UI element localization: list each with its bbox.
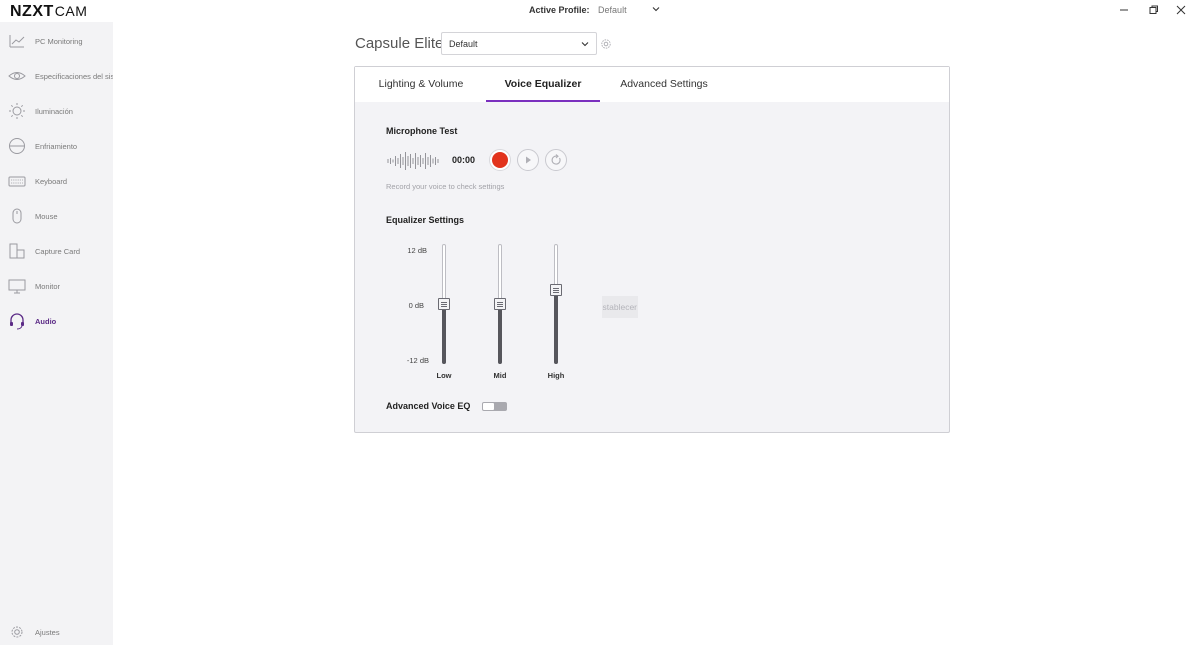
capture-card-icon xyxy=(9,243,25,259)
record-icon xyxy=(492,152,508,168)
db-label-bottom: -12 dB xyxy=(406,356,429,365)
band-label-mid: Mid xyxy=(493,371,507,380)
profile-select[interactable]: Default xyxy=(441,32,597,55)
db-label-top: 12 dB xyxy=(407,246,427,255)
chart-line-icon xyxy=(9,35,25,48)
title-bar: NZXTCAM Active Profile: Default xyxy=(0,0,1200,22)
nzxt-cam-logo: NZXTCAM xyxy=(10,3,88,20)
active-profile-selector[interactable]: Active Profile: Default xyxy=(529,5,660,15)
mouse-icon xyxy=(12,208,22,224)
sidebar-item-monitor[interactable]: Monitor xyxy=(0,272,113,302)
device-panel: Lighting & Volume Voice Equalizer Advanc… xyxy=(354,66,950,433)
advanced-voice-eq-label: Advanced Voice EQ xyxy=(386,401,471,411)
active-profile-value: Default xyxy=(598,5,627,15)
microphone-test-title: Microphone Test xyxy=(386,126,458,136)
play-button[interactable] xyxy=(517,149,539,171)
chevron-down-icon xyxy=(581,42,589,47)
slider-thumb[interactable] xyxy=(494,298,506,310)
sidebar-item-settings[interactable]: Ajustes xyxy=(0,618,113,648)
profile-select-value: Default xyxy=(449,39,478,49)
tab-voice-equalizer[interactable]: Voice Equalizer xyxy=(486,67,600,102)
replay-icon xyxy=(551,154,561,165)
restore-icon[interactable] xyxy=(1145,3,1161,17)
sun-icon xyxy=(9,103,25,119)
reset-equalizer-button[interactable]: Restablecer xyxy=(602,296,638,318)
mic-test-hint: Record your voice to check settings xyxy=(386,182,505,191)
eye-icon xyxy=(8,72,26,80)
minimize-icon[interactable] xyxy=(1116,3,1132,17)
replay-button[interactable] xyxy=(545,149,567,171)
db-label-mid: 0 dB xyxy=(408,301,424,310)
profile-settings-gear-icon[interactable] xyxy=(600,38,612,50)
play-icon xyxy=(526,156,531,164)
sidebar-item-mouse[interactable]: Mouse xyxy=(0,202,113,232)
sidebar-item-audio[interactable]: Audio xyxy=(0,307,113,337)
sidebar-item-specs[interactable]: Especificaciones del sis xyxy=(0,62,113,92)
record-button[interactable] xyxy=(489,149,511,171)
sidebar-item-capture-card[interactable]: Capture Card xyxy=(0,237,113,267)
sidebar: PC Monitoring Especificaciones del sis I… xyxy=(0,22,113,645)
device-name: Capsule Elite xyxy=(355,35,444,52)
fan-icon xyxy=(9,138,25,154)
slider-fill xyxy=(498,304,502,364)
eq-slider-high[interactable] xyxy=(550,244,562,366)
chevron-down-icon xyxy=(652,7,660,12)
active-profile-label: Active Profile: xyxy=(529,5,590,15)
waveform-icon xyxy=(387,152,439,170)
sidebar-item-lighting[interactable]: Iluminación xyxy=(0,97,113,127)
band-label-low: Low xyxy=(436,371,452,380)
eq-slider-low[interactable] xyxy=(438,244,450,366)
eq-slider-mid[interactable] xyxy=(494,244,506,366)
tab-lighting-volume[interactable]: Lighting & Volume xyxy=(365,67,477,102)
slider-fill xyxy=(554,290,558,364)
tab-advanced-settings[interactable]: Advanced Settings xyxy=(610,67,718,102)
slider-fill xyxy=(442,304,446,364)
equalizer-settings-title: Equalizer Settings xyxy=(386,215,465,225)
toggle-knob xyxy=(483,403,494,410)
sidebar-item-keyboard[interactable]: Keyboard xyxy=(0,167,113,197)
slider-thumb[interactable] xyxy=(438,298,450,310)
headset-icon xyxy=(10,313,24,330)
gear-icon xyxy=(11,626,23,638)
keyboard-icon xyxy=(8,176,26,187)
sidebar-item-cooling[interactable]: Enfriamiento xyxy=(0,132,113,162)
slider-thumb[interactable] xyxy=(550,284,562,297)
monitor-icon xyxy=(8,279,26,294)
band-label-high: High xyxy=(547,371,565,380)
tab-bar: Lighting & Volume Voice Equalizer Advanc… xyxy=(355,67,949,102)
recording-timer: 00:00 xyxy=(452,155,476,165)
close-icon[interactable] xyxy=(1173,3,1189,17)
advanced-voice-eq-toggle[interactable] xyxy=(482,402,507,411)
sidebar-item-pc-monitoring[interactable]: PC Monitoring xyxy=(0,27,113,57)
